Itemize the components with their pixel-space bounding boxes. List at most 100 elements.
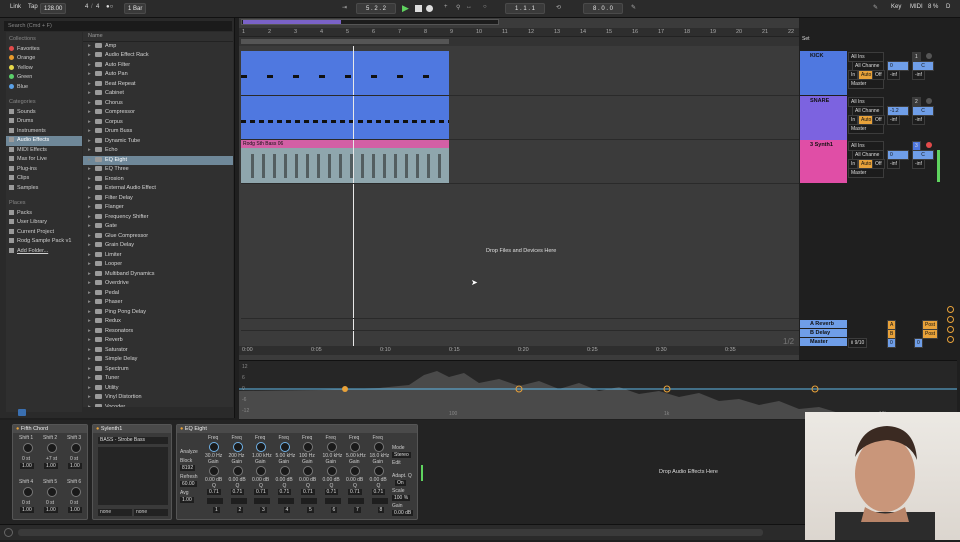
band-number[interactable]: 7 — [354, 507, 361, 513]
browser-item[interactable]: ▸ Grain Delay — [83, 241, 233, 251]
category-item[interactable]: Max for Live — [6, 155, 82, 165]
browser-item[interactable]: ▸ Vinyl Distortion — [83, 393, 233, 403]
expand-arrow-icon[interactable]: ▸ — [88, 137, 95, 147]
band-number[interactable]: 5 — [307, 507, 314, 513]
track-number[interactable]: 1 — [912, 52, 921, 62]
shift-knob[interactable] — [23, 487, 33, 497]
band-q-value[interactable]: 0.71 — [371, 489, 386, 495]
kick-clip[interactable] — [241, 51, 449, 95]
browser-item[interactable]: ▸ Chorus — [83, 99, 233, 109]
band-gain-knob[interactable] — [350, 466, 360, 476]
play-icon[interactable]: ▶ — [402, 3, 409, 14]
browser-item[interactable]: ▸ Audio Effect Rack — [83, 51, 233, 61]
category-item[interactable]: MIDI Effects — [6, 146, 82, 156]
shift-value[interactable]: 0 st — [22, 500, 30, 506]
expand-arrow-icon[interactable]: ▸ — [88, 308, 95, 318]
place-item[interactable]: Packs — [6, 209, 82, 219]
browser-item[interactable]: ▸ EQ Three — [83, 165, 233, 175]
band-filter-type-icon[interactable] — [230, 498, 247, 504]
band-gain-knob[interactable] — [209, 466, 219, 476]
expand-arrow-icon[interactable]: ▸ — [88, 355, 95, 365]
browser-item[interactable]: ▸ Reverb — [83, 336, 233, 346]
expand-arrow-icon[interactable]: ▸ — [88, 108, 95, 118]
browser-item[interactable]: ▸ Gate — [83, 222, 233, 232]
stop-icon[interactable] — [415, 5, 422, 12]
return-a-header[interactable]: A Reverb — [800, 320, 847, 328]
category-item[interactable]: Instruments — [6, 127, 82, 137]
loop-icon[interactable]: ⟲ — [556, 4, 561, 11]
browser-search-input[interactable]: Search (Cmd + F) — [4, 21, 232, 31]
track-header[interactable]: 3 Synth1 — [800, 140, 847, 183]
browser-item[interactable]: ▸ Cabinet — [83, 89, 233, 99]
expand-arrow-icon[interactable]: ▸ — [88, 42, 95, 52]
collection-item[interactable]: Orange — [6, 54, 82, 64]
band-gain-knob[interactable] — [326, 466, 337, 476]
master-header[interactable]: Master — [800, 338, 847, 346]
shift-knob[interactable] — [47, 487, 57, 497]
sylenth-select-2[interactable]: none — [134, 509, 168, 516]
expand-arrow-icon[interactable]: ▸ — [88, 393, 95, 403]
return-b-post[interactable]: Post — [922, 329, 939, 339]
expand-arrow-icon[interactable]: ▸ — [88, 327, 95, 337]
overdub-icon[interactable]: + — [444, 4, 448, 10]
band-gain-knob[interactable] — [256, 466, 266, 476]
arm-icon[interactable] — [926, 98, 932, 104]
band-gain-knob[interactable] — [373, 466, 384, 476]
browser-item[interactable]: ▸ Corpus — [83, 118, 233, 128]
bass-clip[interactable] — [241, 148, 449, 183]
category-item[interactable]: Plug-ins — [6, 165, 82, 175]
place-item[interactable]: Add Folder... — [6, 247, 82, 257]
velocity-value[interactable]: 1.00 — [20, 463, 34, 469]
browser-item[interactable]: ▸ Limiter — [83, 251, 233, 261]
expand-arrow-icon[interactable]: ▸ — [88, 127, 95, 137]
browser-item[interactable]: ▸ Beat Repeat — [83, 80, 233, 90]
bass-clip-title[interactable]: Rodg Sth Bass 06 — [241, 140, 449, 148]
expand-arrow-icon[interactable]: ▸ — [88, 270, 95, 280]
shift-value[interactable]: 0 st — [22, 456, 30, 462]
expand-arrow-icon[interactable]: ▸ — [88, 61, 95, 71]
band-q-value[interactable]: 0.71 — [324, 489, 339, 495]
band-number[interactable]: 4 — [283, 507, 291, 513]
band-freq-knob[interactable] — [350, 442, 360, 452]
shift-knob[interactable] — [23, 443, 33, 453]
category-item[interactable]: Audio Effects — [6, 136, 82, 146]
band-freq-knob[interactable] — [256, 442, 266, 452]
session-record-icon[interactable]: ○ — [483, 4, 487, 10]
shift-knob[interactable] — [71, 487, 81, 497]
track-number[interactable]: 2 — [912, 97, 921, 107]
expand-arrow-icon[interactable]: ▸ — [88, 184, 95, 194]
expand-arrow-icon[interactable]: ▸ — [88, 118, 95, 128]
band-filter-type-icon[interactable] — [324, 498, 341, 504]
browser-item[interactable]: ▸ Overdrive — [83, 279, 233, 289]
adapt-q-toggle[interactable]: On — [395, 480, 406, 486]
back-to-arrangement-icon[interactable]: ↔ — [466, 4, 472, 10]
band-gain-knob[interactable] — [232, 466, 243, 476]
time-ruler[interactable]: 0:00 0:05 0:10 0:15 0:20 0:25 0:30 0:35 — [239, 346, 799, 355]
browser-item[interactable]: ▸ Flanger — [83, 203, 233, 213]
velocity-value[interactable]: 1.00 — [20, 507, 34, 513]
analyze-label[interactable]: Analyze — [180, 449, 198, 455]
track-output-select[interactable]: Master — [848, 168, 884, 178]
draw-mode-icon[interactable]: ✎ — [631, 4, 636, 11]
sylenth-preset[interactable]: BASS - Strobe Bass — [98, 437, 168, 444]
browser-item[interactable]: ▸ Dynamic Tube — [83, 137, 233, 147]
band-q-value[interactable]: 0.71 — [301, 489, 315, 495]
expand-arrow-icon[interactable]: ▸ — [88, 346, 95, 356]
shift-value[interactable]: 0 st — [70, 500, 78, 506]
master-pan[interactable]: 0 — [914, 338, 923, 348]
browser-item[interactable]: ▸ Compressor — [83, 108, 233, 118]
song-position[interactable]: 5 . 2 . 2 — [356, 3, 396, 14]
category-item[interactable]: Sounds — [6, 108, 82, 118]
expand-arrow-icon[interactable]: ▸ — [88, 232, 95, 242]
expand-arrow-icon[interactable]: ▸ — [88, 89, 95, 99]
browser-item[interactable]: ▸ Phaser — [83, 298, 233, 308]
band-q-value[interactable]: 0.71 — [254, 489, 268, 495]
expand-arrow-icon[interactable]: ▸ — [88, 194, 95, 204]
device-scrollbar[interactable] — [18, 529, 763, 536]
band-number[interactable]: 2 — [236, 507, 244, 513]
loop-length[interactable]: 8 . 0 . 0 — [583, 3, 623, 14]
band-number[interactable]: 8 — [377, 507, 385, 513]
browser-item[interactable]: ▸ Auto Filter — [83, 61, 233, 71]
follow-icon[interactable]: ⇥ — [342, 4, 347, 11]
browser-toggle-icon[interactable] — [18, 409, 26, 416]
